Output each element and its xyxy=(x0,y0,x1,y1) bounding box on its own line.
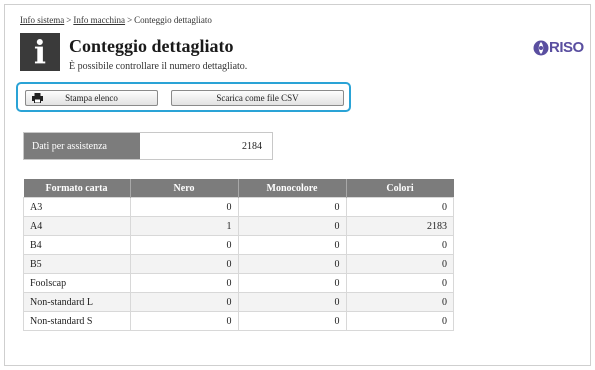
header-black: Nero xyxy=(129,179,238,198)
table-row: Non-standard L 0 0 0 xyxy=(23,292,454,312)
monocolor-count-cell: 0 xyxy=(237,197,347,217)
page-title: Conteggio dettagliato xyxy=(69,36,234,56)
download-csv-button[interactable]: Scarica come file CSV xyxy=(171,90,344,106)
colors-count-cell: 0 xyxy=(345,311,454,331)
print-list-button[interactable]: Stampa elenco xyxy=(25,90,158,106)
colors-count-cell: 0 xyxy=(345,273,454,293)
table-row: B5 0 0 0 xyxy=(23,254,454,274)
table-header-row: Formato carta Nero Monocolore Colori xyxy=(23,179,454,198)
assistance-data-box: Dati per assistenza 2184 xyxy=(23,132,273,160)
paper-size-cell: Non-standard S xyxy=(23,311,131,331)
monocolor-count-cell: 0 xyxy=(237,273,347,293)
black-count-cell: 0 xyxy=(129,235,239,255)
assistance-value: 2184 xyxy=(140,133,272,159)
header-monocolor: Monocolore xyxy=(237,179,346,198)
table-row: B4 0 0 0 xyxy=(23,235,454,255)
colors-count-cell: 2183 xyxy=(345,216,454,236)
breadcrumb-current: Conteggio dettagliato xyxy=(134,15,212,25)
detailed-count-table: Formato carta Nero Monocolore Colori A3 … xyxy=(23,179,454,331)
colors-count-cell: 0 xyxy=(345,197,454,217)
monocolor-count-cell: 0 xyxy=(237,216,347,236)
black-count-cell: 0 xyxy=(129,254,239,274)
breadcrumb-separator: > xyxy=(66,15,72,25)
black-count-cell: 0 xyxy=(129,197,239,217)
table-row: A4 1 0 2183 xyxy=(23,216,454,236)
download-csv-label: Scarica come file CSV xyxy=(216,93,299,103)
page-subtitle: È possibile controllare il numero dettag… xyxy=(69,61,248,72)
colors-count-cell: 0 xyxy=(345,235,454,255)
paper-size-cell: B4 xyxy=(23,235,131,255)
info-icon: i xyxy=(20,33,60,71)
black-count-cell: 0 xyxy=(129,292,239,312)
riso-logo-icon xyxy=(533,40,549,55)
monocolor-count-cell: 0 xyxy=(237,292,347,312)
breadcrumb: Info sistema > Info macchina > Conteggio det… xyxy=(20,15,212,25)
print-list-label: Stampa elenco xyxy=(65,93,118,103)
paper-size-cell: B5 xyxy=(23,254,131,274)
table-row: A3 0 0 0 xyxy=(23,197,454,217)
action-toolbar: Stampa elenco Scarica come file CSV xyxy=(16,82,351,112)
printer-icon xyxy=(32,93,43,103)
paper-size-cell: Non-standard L xyxy=(23,292,131,312)
paper-size-cell: A4 xyxy=(23,216,131,236)
colors-count-cell: 0 xyxy=(345,292,454,312)
header-paper-size: Formato carta xyxy=(23,179,130,198)
black-count-cell: 0 xyxy=(129,311,239,331)
monocolor-count-cell: 0 xyxy=(237,254,347,274)
colors-count-cell: 0 xyxy=(345,254,454,274)
table-row: Non-standard S 0 0 0 xyxy=(23,311,454,331)
breadcrumb-link-info-sistema[interactable]: Info sistema xyxy=(20,15,64,25)
table-row: Foolscap 0 0 0 xyxy=(23,273,454,293)
monocolor-count-cell: 0 xyxy=(237,235,347,255)
paper-size-cell: Foolscap xyxy=(23,273,131,293)
logo-text: RISO xyxy=(549,39,584,56)
content-frame: Info sistema > Info macchina > Conteggio det… xyxy=(4,4,591,366)
monocolor-count-cell: 0 xyxy=(237,311,347,331)
black-count-cell: 0 xyxy=(129,273,239,293)
breadcrumb-link-info-macchina[interactable]: Info macchina xyxy=(73,15,125,25)
paper-size-cell: A3 xyxy=(23,197,131,217)
riso-logo: RISO xyxy=(533,39,584,56)
breadcrumb-separator: > xyxy=(127,15,133,25)
black-count-cell: 1 xyxy=(129,216,239,236)
assistance-label: Dati per assistenza xyxy=(24,133,140,159)
header-colors: Colori xyxy=(345,179,454,198)
